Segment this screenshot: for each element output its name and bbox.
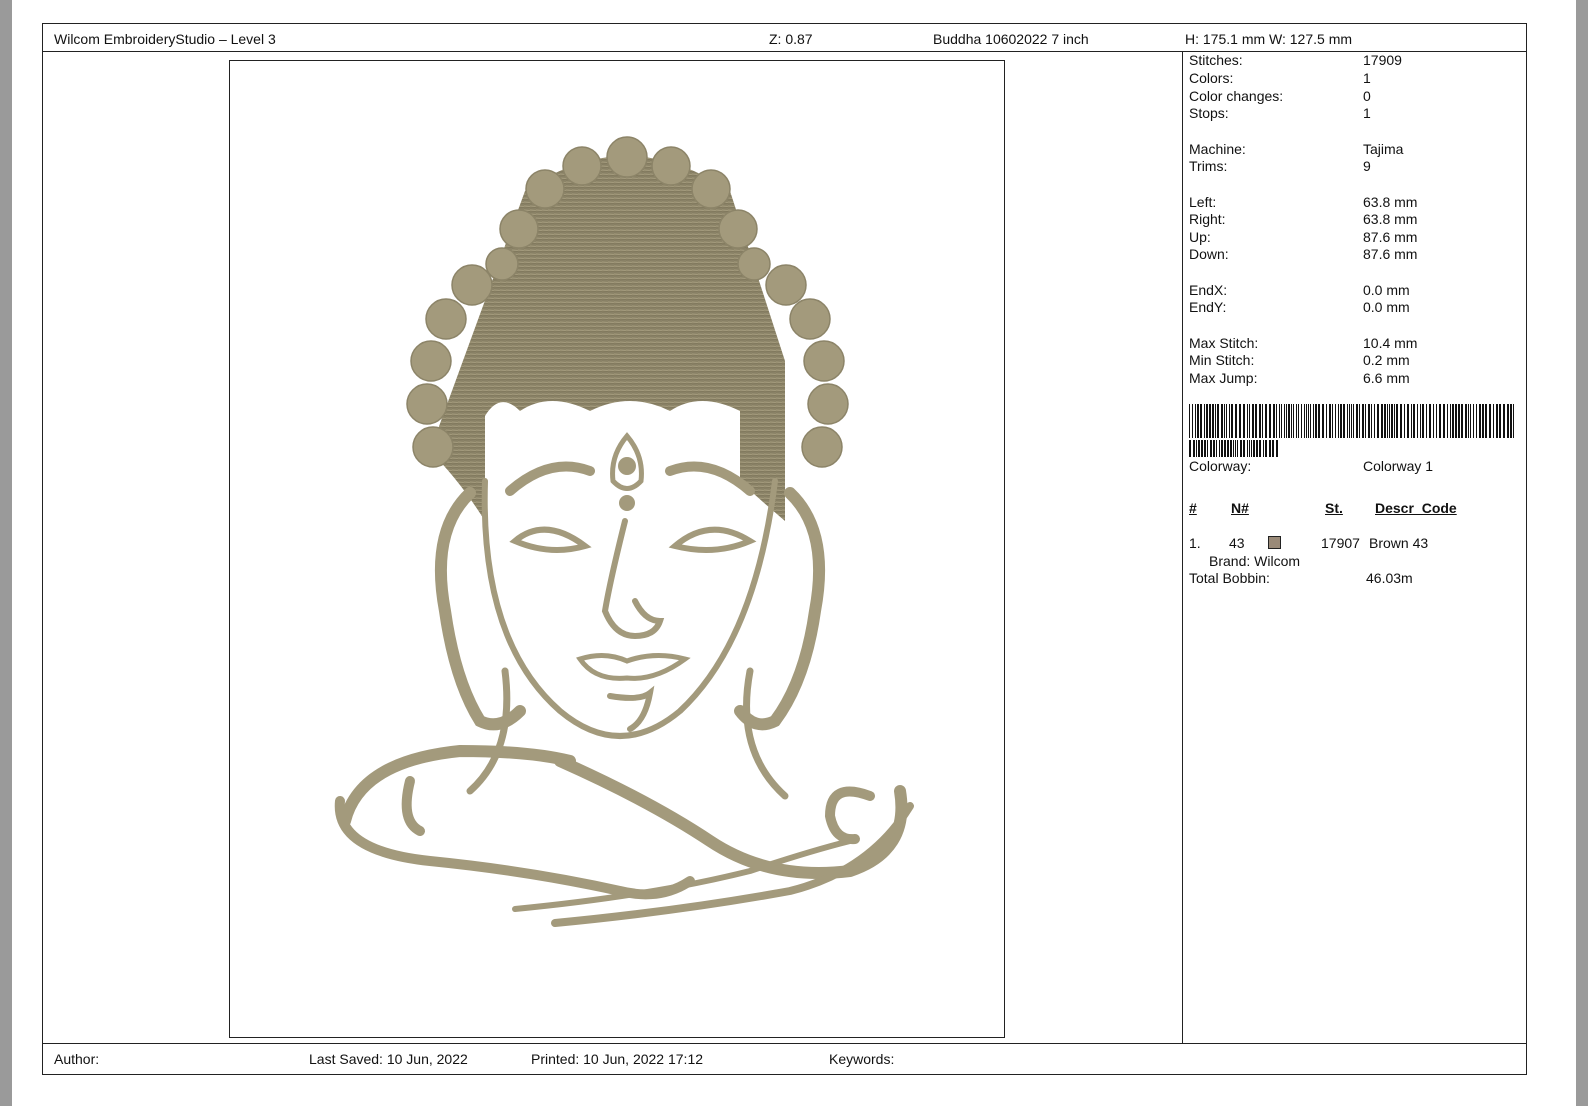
col-header-descr: Descr_Code: [1375, 500, 1457, 516]
col-header-st: St.: [1325, 500, 1343, 516]
author-field: Author:: [54, 1051, 100, 1067]
keywords-field: Keywords:: [829, 1051, 895, 1067]
thread-color-swatch: [1268, 536, 1281, 549]
worksheet-header: Wilcom EmbroideryStudio – Level 3 Z: 0.8…: [43, 24, 1526, 52]
worksheet-frame: Wilcom EmbroideryStudio – Level 3 Z: 0.8…: [42, 23, 1527, 1075]
design-dimensions: H: 175.1 mm W: 127.5 mm: [1185, 31, 1353, 47]
thread-brand: Brand: Wilcom: [1209, 553, 1301, 569]
design-preview: [229, 60, 1005, 1038]
print-preview-page: Wilcom EmbroideryStudio – Level 3 Z: 0.8…: [12, 0, 1576, 1106]
forehead-dots: [618, 457, 636, 511]
worksheet-footer: Author: Last Saved: 10 Jun, 2022 Printed…: [43, 1043, 1526, 1074]
barcode-image: [1189, 404, 1514, 457]
column-divider: [1182, 51, 1183, 1044]
last-saved: Last Saved: 10 Jun, 2022: [309, 1051, 468, 1067]
buddha-embroidery-image: [334, 136, 914, 927]
printed-date: Printed: 10 Jun, 2022 17:12: [531, 1051, 704, 1067]
zoom-level: Z: 0.87: [769, 31, 813, 47]
design-name: Buddha 10602022 7 inch: [933, 31, 1089, 47]
col-header-n: N#: [1231, 500, 1249, 516]
col-header-num: #: [1189, 500, 1197, 516]
app-title: Wilcom EmbroideryStudio – Level 3: [54, 31, 276, 47]
